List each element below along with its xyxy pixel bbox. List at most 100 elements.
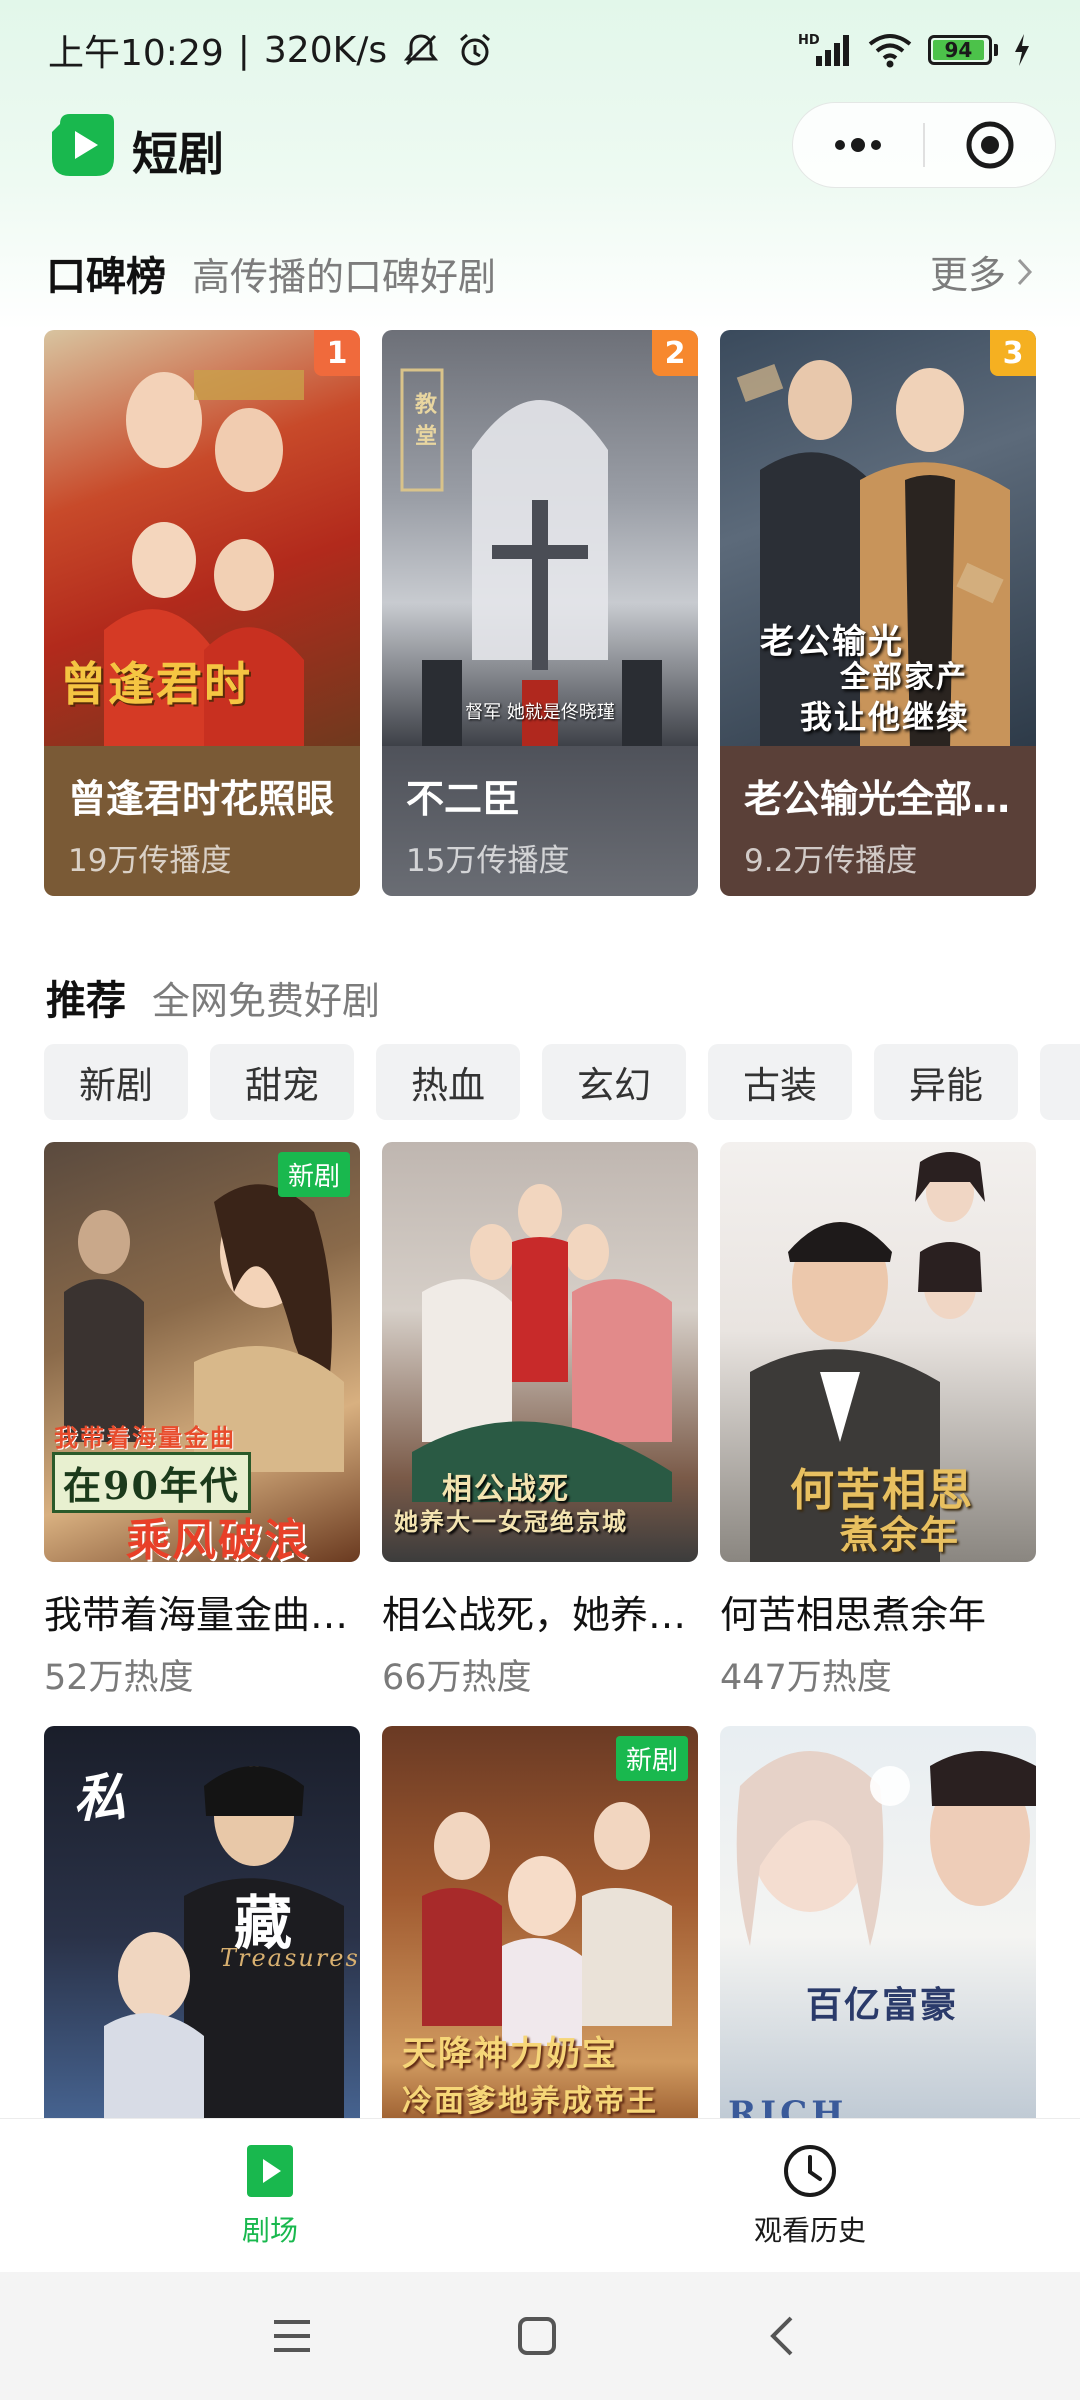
battery-level: 94 bbox=[933, 38, 984, 62]
recommend-poster: 百亿富豪 RICH BILLIONS bbox=[720, 1726, 1036, 2146]
new-badge: 新剧 bbox=[615, 1736, 688, 1781]
ranking-more-link[interactable]: 更多 bbox=[930, 244, 1034, 299]
tag-chip[interactable]: 古装 bbox=[708, 1044, 852, 1120]
mini-app-header: 短剧 bbox=[0, 100, 1080, 192]
page: 上午10:29 | 320K/s HD 94 短剧 口碑榜 高传播的口碑好剧 更… bbox=[0, 0, 1080, 2400]
ranking-info-1: 曾逢君时花照眼 19万传播度 bbox=[44, 746, 360, 896]
recommend-card[interactable]: 我带着海量金曲 在90年代 乘风破浪 新剧 我带着海量金曲在90年代乘风破浪 5… bbox=[44, 1142, 360, 1700]
ranking-poster-3-text-3: 我让他继续 bbox=[800, 698, 971, 736]
recommend-card[interactable]: 私 藏 Treasures bbox=[44, 1726, 360, 2146]
back-chevron-icon bbox=[770, 2316, 793, 2356]
ranking-subtitle: 高传播的口碑好剧 bbox=[192, 255, 497, 299]
ranking-card-2[interactable]: 教堂 督军 她就是佟晓瑾 不二臣 15万传播度 2 bbox=[382, 330, 698, 896]
ranking-header: 口碑榜 高传播的口碑好剧 bbox=[46, 244, 496, 302]
recommend-item-heat: 52万热度 bbox=[44, 1658, 194, 1698]
home-square-icon bbox=[518, 2317, 556, 2355]
home-button[interactable] bbox=[497, 2296, 577, 2376]
charging-icon bbox=[1012, 32, 1032, 68]
app-logo-icon bbox=[52, 114, 114, 176]
recommend-poster: 私 藏 Treasures bbox=[44, 1726, 360, 2146]
signal-icon: HD bbox=[798, 30, 852, 70]
alarm-icon bbox=[455, 30, 495, 70]
new-badge: 新剧 bbox=[277, 1152, 350, 1197]
system-nav-bar bbox=[0, 2272, 1080, 2400]
ranking-item-title: 老公输光全部家产，我让他继续 bbox=[744, 777, 1012, 821]
status-left: 上午10:29 | 320K/s bbox=[48, 24, 495, 76]
ranking-item-count: 9.2万传播度 bbox=[744, 843, 918, 879]
status-right: HD 94 bbox=[798, 30, 1032, 70]
recommend-poster: 我带着海量金曲 在90年代 乘风破浪 新剧 bbox=[44, 1142, 360, 1562]
ranking-poster-2: 教堂 督军 她就是佟晓瑾 bbox=[382, 330, 698, 750]
ranking-info-2: 不二臣 15万传播度 bbox=[382, 746, 698, 896]
recommend-item-heat: 447万热度 bbox=[720, 1658, 892, 1698]
recommend-card[interactable]: 天降神力奶宝 冷面爹地养成帝王 新剧 bbox=[382, 1726, 698, 2146]
recommend-card[interactable]: 相公战死 她养大一女冠绝京城 相公战死，她养大一女冠绝京城 66万热度 bbox=[382, 1142, 698, 1700]
recommend-poster: 天降神力奶宝 冷面爹地养成帝王 新剧 bbox=[382, 1726, 698, 2146]
recommend-card[interactable]: 何苦相思 煮余年 何苦相思煮余年 447万热度 bbox=[720, 1142, 1036, 1700]
recommend-poster-text-3: 乘风破浪 bbox=[126, 1515, 310, 1562]
close-button[interactable] bbox=[925, 103, 1055, 187]
recommend-poster-text-2: 她养大一女冠绝京城 bbox=[394, 1507, 628, 1536]
play-square-icon bbox=[247, 2145, 293, 2197]
recommend-item-title: 我带着海量金曲在90年代乘风破浪 bbox=[44, 1593, 360, 1637]
ranking-poster-1: 曾逢君时 bbox=[44, 330, 360, 750]
ranking-item-count: 19万传播度 bbox=[68, 843, 232, 879]
recommend-card[interactable]: 百亿富豪 RICH BILLIONS bbox=[720, 1726, 1036, 2146]
recommend-poster: 相公战死 她养大一女冠绝京城 bbox=[382, 1142, 698, 1562]
recommend-poster: 何苦相思 煮余年 bbox=[720, 1142, 1036, 1562]
chevron-right-icon bbox=[1017, 258, 1033, 285]
more-dots-icon bbox=[835, 138, 881, 152]
ranking-card-1[interactable]: 曾逢君时 曾逢君时花照眼 19万传播度 1 bbox=[44, 330, 360, 896]
status-time: 上午10:29 bbox=[48, 33, 224, 74]
tab-theater[interactable]: 剧场 bbox=[160, 2143, 380, 2249]
recent-apps-button[interactable] bbox=[252, 2296, 332, 2376]
ranking-item-count: 15万传播度 bbox=[406, 843, 570, 879]
status-net-speed: 320K/s bbox=[263, 29, 388, 71]
clock-icon bbox=[784, 2145, 836, 2197]
recommend-poster-text-1: 百亿富豪 bbox=[806, 1984, 959, 2026]
ranking-info-3: 老公输光全部家产，我让他继续 9.2万传播度 bbox=[720, 746, 1036, 896]
ranking-poster-2-caption: 督军 她就是佟晓瑾 bbox=[465, 702, 615, 723]
recommend-poster-text-3: Treasures bbox=[220, 1944, 360, 1972]
ranking-poster-2-text: 教堂 bbox=[411, 392, 437, 456]
menu-icon bbox=[274, 2320, 310, 2352]
ranking-poster-3-text-2: 全部家产 bbox=[840, 660, 968, 695]
ranking-card-3[interactable]: 老公输光 全部家产 我让他继续 老公输光全部家产，我让他继续 9.2万传播度 3 bbox=[720, 330, 1036, 896]
recommend-poster-text-1: 私 bbox=[74, 1768, 129, 1829]
tag-chip[interactable]: 漫 bbox=[1040, 1044, 1080, 1120]
ranking-poster-1-text: 曾逢君时 bbox=[60, 657, 252, 711]
tag-chip[interactable]: 玄幻 bbox=[542, 1044, 686, 1120]
battery-indicator: 94 bbox=[928, 35, 998, 65]
tag-chip[interactable]: 热血 bbox=[376, 1044, 520, 1120]
wifi-icon bbox=[866, 30, 914, 70]
bottom-tab-bar: 剧场 观看历史 bbox=[0, 2118, 1080, 2273]
ranking-item-title: 不二臣 bbox=[406, 777, 521, 821]
tab-history[interactable]: 观看历史 bbox=[700, 2143, 920, 2249]
ranking-item-title: 曾逢君时花照眼 bbox=[68, 777, 335, 821]
recommend-title: 推荐 bbox=[46, 978, 126, 1024]
back-button[interactable] bbox=[742, 2296, 822, 2376]
recommend-item-title: 相公战死，她养大一女冠绝京城 bbox=[382, 1593, 698, 1637]
tab-label: 剧场 bbox=[241, 2214, 298, 2247]
capsule-menu bbox=[792, 102, 1056, 188]
recommend-poster-text-2: 冷面爹地养成帝王 bbox=[402, 2084, 658, 2119]
ranking-poster-3: 老公输光 全部家产 我让他继续 bbox=[720, 330, 1036, 750]
tag-chip[interactable]: 新剧 bbox=[44, 1044, 188, 1120]
recommend-poster-text-2: 煮余年 bbox=[840, 1512, 961, 1557]
recommend-item-heat: 66万热度 bbox=[382, 1658, 532, 1698]
battery-body: 94 bbox=[928, 35, 992, 65]
more-label: 更多 bbox=[929, 253, 1006, 297]
status-bar: 上午10:29 | 320K/s HD 94 bbox=[0, 0, 1080, 100]
recommend-subtitle: 全网免费好剧 bbox=[152, 979, 381, 1023]
tag-chip[interactable]: 甜宠 bbox=[210, 1044, 354, 1120]
battery-cap bbox=[994, 44, 998, 56]
more-button[interactable] bbox=[793, 103, 923, 187]
tag-chip[interactable]: 异能 bbox=[874, 1044, 1018, 1120]
target-icon bbox=[966, 121, 1014, 169]
category-tags: 新剧 甜宠 热血 玄幻 古装 异能 漫 bbox=[44, 1044, 1080, 1120]
poster-illustration bbox=[736, 1751, 1036, 1946]
rank-badge: 1 bbox=[314, 330, 360, 376]
recommend-item-title: 何苦相思煮余年 bbox=[720, 1593, 987, 1637]
recommend-poster-text-1: 天降神力奶宝 bbox=[402, 2034, 618, 2074]
tab-label: 观看历史 bbox=[753, 2214, 866, 2247]
